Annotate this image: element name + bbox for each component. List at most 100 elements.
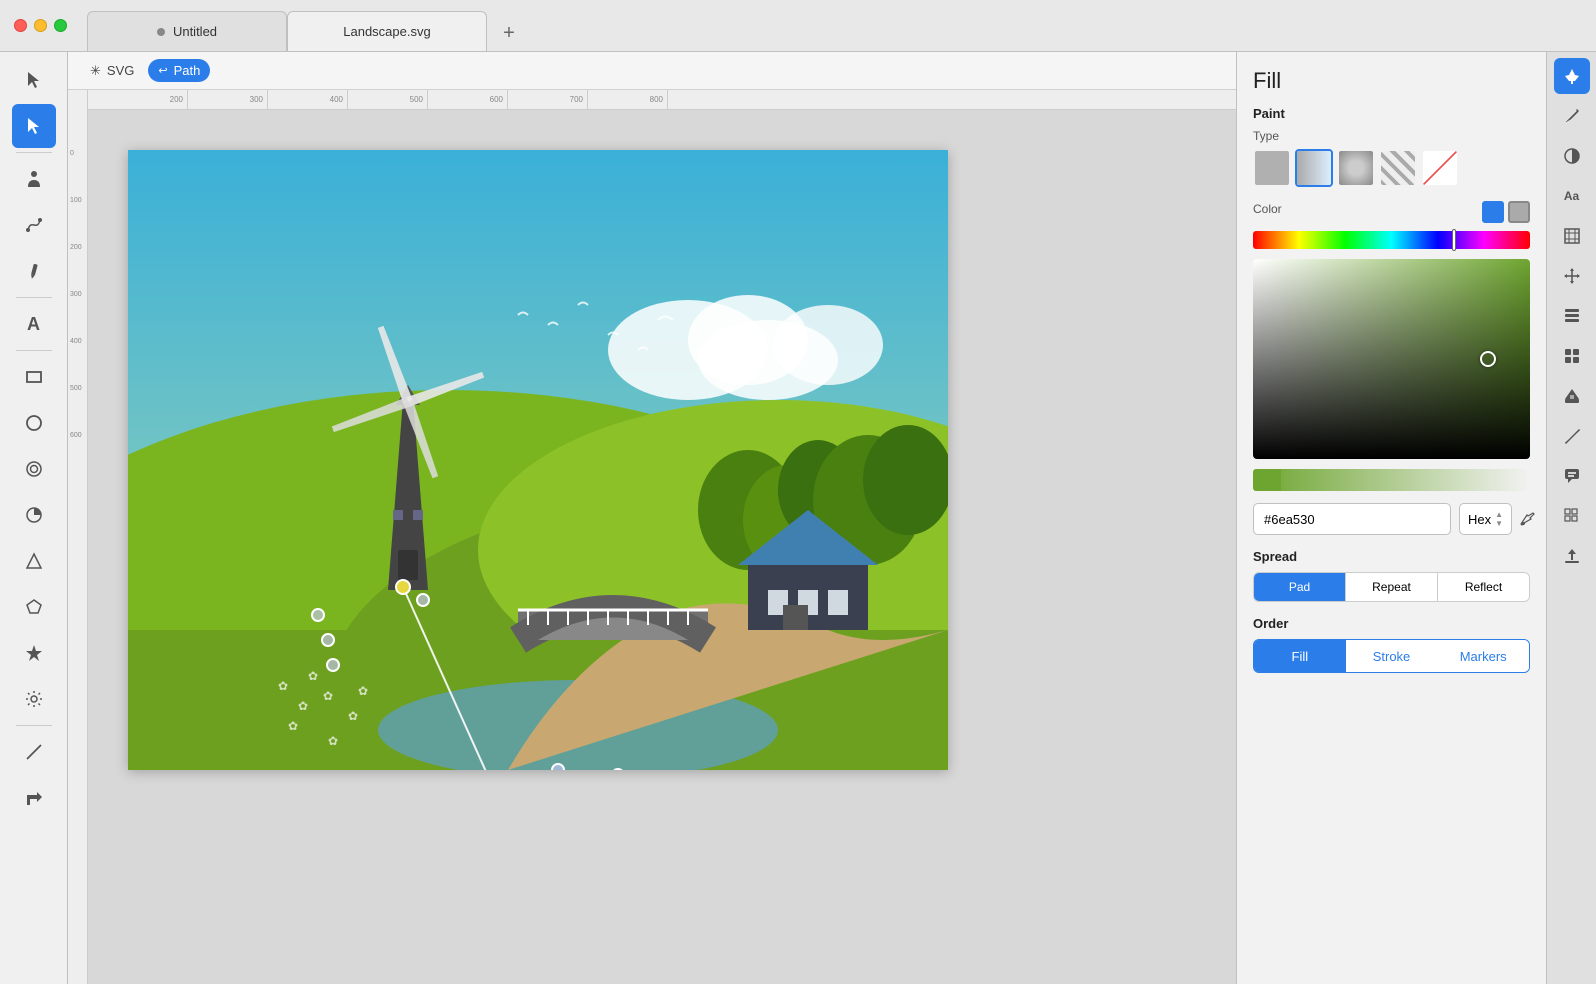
title-bar: Untitled Landscape.svg + [0, 0, 1596, 52]
tabs-container: Untitled Landscape.svg + [87, 0, 1596, 51]
tool-ellipse[interactable] [12, 401, 56, 445]
canvas-area: ✳ SVG ↩ Path 0 100 200 300 400 5 [68, 52, 1236, 984]
paint-type-radial[interactable] [1337, 149, 1375, 187]
svg-text:✿: ✿ [328, 734, 338, 748]
fr-tool-layers[interactable] [1554, 298, 1590, 334]
canvas-with-ruler: 0 100 200 300 400 500 600 200 [68, 90, 1236, 984]
tool-person[interactable] [12, 157, 56, 201]
hex-input[interactable] [1253, 503, 1451, 535]
fr-tool-library[interactable] [1554, 378, 1590, 414]
spread-reflect[interactable]: Reflect [1438, 573, 1529, 601]
tab-untitled[interactable]: Untitled [87, 11, 287, 51]
fr-tool-typography[interactable]: Aa [1554, 178, 1590, 214]
right-panel: Fill Paint Type Color [1236, 52, 1546, 984]
spread-buttons: Pad Repeat Reflect [1253, 572, 1530, 602]
order-tab-stroke[interactable]: Stroke [1346, 640, 1438, 672]
canvas-scroll[interactable]: ✿ ✿ ✿ ✿ ✿ ✿ ✿ ✿ [88, 110, 1236, 984]
svg-canvas[interactable]: ✿ ✿ ✿ ✿ ✿ ✿ ✿ ✿ [128, 150, 948, 770]
paint-type-selector [1253, 149, 1530, 187]
tool-pie[interactable] [12, 493, 56, 537]
snowflake-icon: ✳ [90, 63, 101, 79]
fr-tool-move[interactable] [1554, 258, 1590, 294]
breadcrumb-svg[interactable]: ✳ SVG [80, 59, 144, 83]
paint-type-none[interactable] [1421, 149, 1459, 187]
landscape-illustration: ✿ ✿ ✿ ✿ ✿ ✿ ✿ ✿ [128, 150, 948, 770]
close-button[interactable] [14, 19, 27, 32]
fr-tool-table[interactable] [1554, 338, 1590, 374]
add-tab-button[interactable]: + [491, 15, 527, 51]
type-label: Type [1253, 129, 1530, 143]
fr-tool-contrast[interactable] [1554, 138, 1590, 174]
color-picker[interactable] [1253, 259, 1530, 459]
eyedropper-button[interactable] [1520, 503, 1536, 535]
fr-tool-pin[interactable] [1554, 58, 1590, 94]
spread-repeat[interactable]: Repeat [1346, 573, 1438, 601]
svg-text:✿: ✿ [323, 689, 333, 703]
tab-landscape-label: Landscape.svg [343, 24, 430, 39]
tool-text[interactable]: A [12, 302, 56, 346]
tab-landscape[interactable]: Landscape.svg [287, 11, 487, 51]
svg-text:✿: ✿ [308, 669, 318, 683]
color-stops [1482, 201, 1530, 223]
alpha-bar[interactable] [1253, 469, 1530, 491]
hex-row: Hex ▲ ▼ [1253, 503, 1530, 535]
spread-section: Spread Pad Repeat Reflect [1253, 549, 1530, 602]
tool-triangle[interactable] [12, 539, 56, 583]
order-tab-fill[interactable]: Fill [1254, 640, 1346, 672]
tool-pentagon[interactable] [12, 585, 56, 629]
toolbar-divider-2 [16, 297, 52, 298]
fr-tool-pen[interactable] [1554, 98, 1590, 134]
ruler-vertical: 0 100 200 300 400 500 600 [68, 90, 88, 984]
tool-pencil[interactable] [12, 249, 56, 293]
svg-text:✿: ✿ [358, 684, 368, 698]
hue-bar[interactable] [1253, 231, 1530, 249]
paint-label: Paint [1253, 106, 1530, 121]
order-section: Order Fill Stroke Markers [1253, 616, 1530, 673]
hex-format-selector[interactable]: Hex ▲ ▼ [1459, 503, 1512, 535]
fr-tool-comment[interactable] [1554, 458, 1590, 494]
paint-type-linear[interactable] [1295, 149, 1333, 187]
breadcrumb-path-label: Path [174, 63, 201, 78]
order-label: Order [1253, 616, 1530, 631]
fr-tool-frame[interactable] [1554, 218, 1590, 254]
paint-type-pattern[interactable] [1379, 149, 1417, 187]
spread-pad[interactable]: Pad [1254, 573, 1346, 601]
toolbar-divider-1 [16, 152, 52, 153]
tool-arrow[interactable] [12, 776, 56, 820]
tool-gear[interactable] [12, 677, 56, 721]
maximize-button[interactable] [54, 19, 67, 32]
alpha-gradient [1253, 469, 1530, 491]
color-picker-gradient [1253, 259, 1530, 459]
color-stop-blue[interactable] [1482, 201, 1504, 223]
tool-rect[interactable] [12, 355, 56, 399]
breadcrumb-bar: ✳ SVG ↩ Path [68, 52, 1236, 90]
tool-node[interactable] [12, 104, 56, 148]
left-toolbar: A [0, 52, 68, 984]
breadcrumb-path[interactable]: ↩ Path [148, 59, 210, 82]
tool-line[interactable] [12, 730, 56, 774]
tool-select[interactable] [12, 58, 56, 102]
minimize-button[interactable] [34, 19, 47, 32]
tool-star[interactable] [12, 631, 56, 675]
main-layout: A [0, 52, 1596, 984]
fill-title: Fill [1253, 68, 1530, 94]
tool-circle-target[interactable] [12, 447, 56, 491]
hex-format-chevrons: ▲ ▼ [1495, 510, 1503, 528]
color-row: Color [1253, 201, 1530, 223]
tab-dot [157, 28, 165, 36]
fr-tool-grid[interactable] [1554, 498, 1590, 534]
order-tab-markers[interactable]: Markers [1437, 640, 1529, 672]
canvas-document: ✿ ✿ ✿ ✿ ✿ ✿ ✿ ✿ [88, 110, 1236, 810]
paint-type-flat[interactable] [1253, 149, 1291, 187]
path-icon: ↩ [158, 64, 167, 77]
far-right-toolbar: Aa [1546, 52, 1596, 984]
fr-tool-measure[interactable] [1554, 418, 1590, 454]
color-stop-gray[interactable] [1508, 201, 1530, 223]
tool-bezier[interactable] [12, 203, 56, 247]
fr-tool-export[interactable] [1554, 538, 1590, 574]
toolbar-divider-3 [16, 350, 52, 351]
canvas-viewport: 200 300 400 500 600 700 800 [88, 90, 1236, 984]
spread-label: Spread [1253, 549, 1530, 564]
hue-cursor [1452, 229, 1456, 251]
order-tabs: Fill Stroke Markers [1253, 639, 1530, 673]
